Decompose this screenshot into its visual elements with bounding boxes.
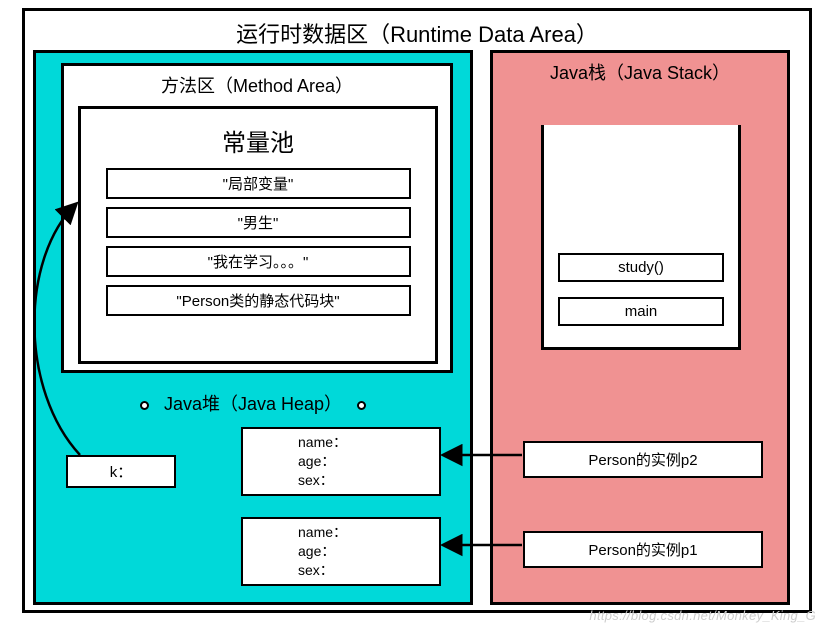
dot-icon [357, 401, 366, 410]
heap-object-2: name： age： sex： [241, 517, 441, 586]
const-item: "Person类的静态代码块" [106, 285, 411, 316]
stack-frame: main [558, 297, 724, 326]
heap-title: Java堆（Java Heap） [164, 394, 342, 414]
heap-k-box: k： [66, 455, 176, 488]
method-area-title: 方法区（Method Area） [64, 66, 450, 98]
constant-pool-title: 常量池 [81, 109, 435, 168]
java-stack-region: Java栈（Java Stack） study() main Person的实例… [490, 50, 790, 605]
obj-field: age： [243, 452, 439, 471]
cyan-region: 方法区（Method Area） 常量池 "局部变量" "男生" "我在学习。。… [33, 50, 473, 605]
const-item: "局部变量" [106, 168, 411, 199]
main-title: 运行时数据区（Runtime Data Area） [25, 11, 809, 49]
instance-box-p1: Person的实例p1 [523, 531, 763, 568]
obj-field: sex： [243, 471, 439, 490]
instance-box-p2: Person的实例p2 [523, 441, 763, 478]
const-item: "我在学习。。。" [106, 246, 411, 277]
obj-field: age： [243, 542, 439, 561]
heap-title-row: Java堆（Java Heap） [36, 390, 470, 416]
dot-icon [140, 401, 149, 410]
obj-field: name： [243, 433, 439, 452]
stack-frame: study() [558, 253, 724, 282]
stack-title: Java栈（Java Stack） [493, 53, 787, 85]
watermark: https://blog.csdn.net/Monkey_King_G [589, 608, 816, 623]
obj-field: sex： [243, 561, 439, 580]
method-area-box: 方法区（Method Area） 常量池 "局部变量" "男生" "我在学习。。… [61, 63, 453, 373]
const-item: "男生" [106, 207, 411, 238]
heap-object-1: name： age： sex： [241, 427, 441, 496]
obj-field: name： [243, 523, 439, 542]
stack-well: study() main [541, 125, 741, 350]
constant-pool-box: 常量池 "局部变量" "男生" "我在学习。。。" "Person类的静态代码块… [78, 106, 438, 364]
